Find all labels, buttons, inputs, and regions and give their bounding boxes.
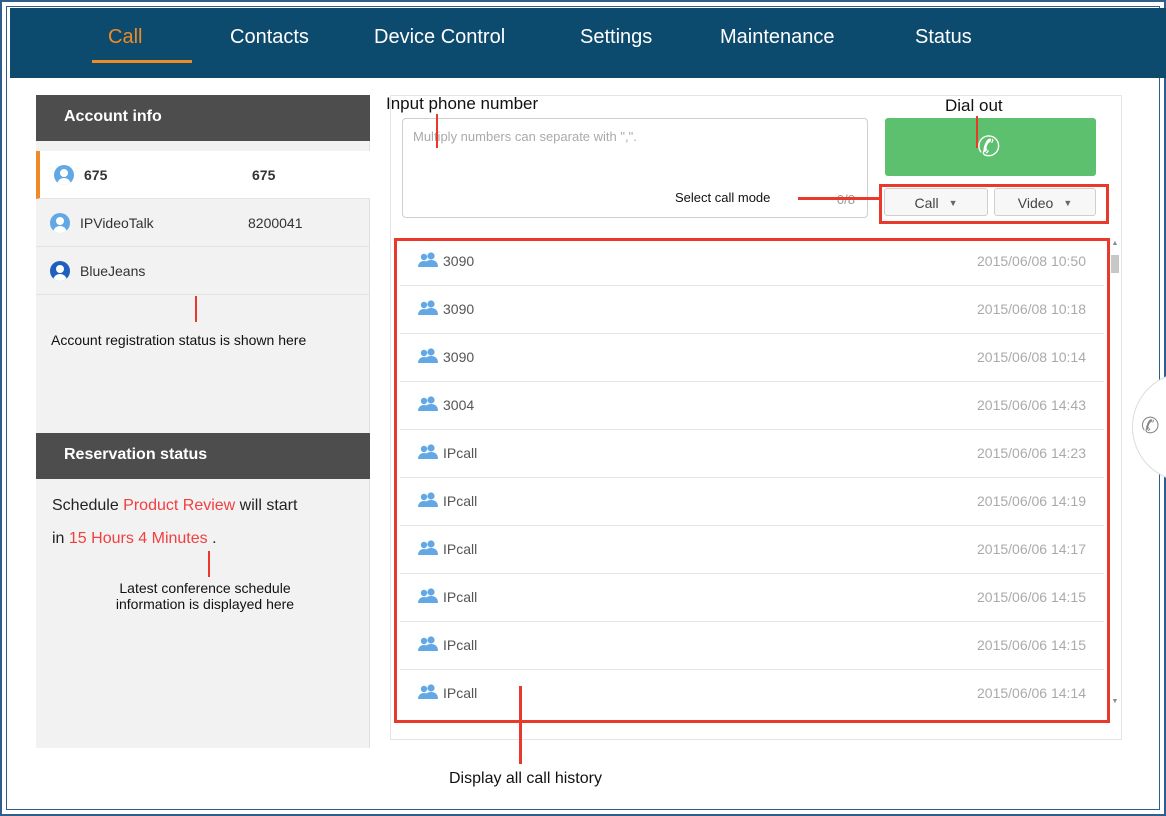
scroll-up-arrow[interactable]: ▲ xyxy=(1110,240,1120,247)
schedule-text: . xyxy=(207,530,217,547)
annotation-pointer xyxy=(976,116,978,148)
phone-number-input-box[interactable]: 0/8 xyxy=(402,118,868,218)
schedule-line-1: Schedule Product Review will start xyxy=(52,497,297,515)
account-row-bluejeans[interactable]: BlueJeans xyxy=(36,247,370,295)
phone-number-input[interactable] xyxy=(403,119,867,217)
schedule-time-left: 15 Hours 4 Minutes xyxy=(68,530,208,547)
phone-icon: ✆ xyxy=(1141,413,1160,438)
annotation-schedule-info: Latest conference schedule information i… xyxy=(115,580,295,612)
reservation-status-header: Reservation status xyxy=(36,433,370,479)
user-icon xyxy=(50,213,70,233)
account-number: 8200041 xyxy=(248,215,303,231)
annotation-box-call-mode xyxy=(879,184,1109,224)
schedule-text: will start xyxy=(235,497,298,514)
annotation-pointer xyxy=(798,197,880,200)
nav-active-underline xyxy=(92,60,192,63)
schedule-line-2: in 15 Hours 4 Minutes . xyxy=(52,530,217,548)
annotation-account-status: Account registration status is shown her… xyxy=(51,332,307,348)
annotation-box-call-history xyxy=(394,238,1110,723)
annotation-pointer xyxy=(519,686,522,764)
scroll-thumb[interactable] xyxy=(1111,255,1119,273)
account-number: 675 xyxy=(252,167,276,183)
annotation-dial-out: Dial out xyxy=(945,96,1003,115)
account-row-ipvideotalk[interactable]: IPVideoTalk 8200041 xyxy=(36,199,370,247)
account-name: 675 xyxy=(84,167,108,183)
nav-status[interactable]: Status xyxy=(915,26,972,49)
schedule-text: in xyxy=(52,530,69,547)
nav-settings[interactable]: Settings xyxy=(580,26,652,49)
annotation-select-call-mode: Select call mode xyxy=(675,190,771,205)
scroll-down-arrow[interactable]: ▼ xyxy=(1110,698,1120,705)
account-info-header: Account info xyxy=(36,95,370,141)
dial-out-button[interactable]: ✆ xyxy=(885,118,1096,176)
phone-icon: ✆ xyxy=(977,131,1001,162)
annotation-call-history: Display all call history xyxy=(449,770,602,787)
annotation-pointer xyxy=(436,114,438,148)
schedule-text: Schedule xyxy=(52,497,124,514)
account-name: IPVideoTalk xyxy=(80,215,154,231)
top-nav: Call Contacts Device Control Settings Ma… xyxy=(10,8,1166,78)
annotation-pointer xyxy=(208,551,210,577)
call-history-scrollbar[interactable]: ▲ ▼ xyxy=(1110,240,1120,710)
user-icon xyxy=(50,261,70,281)
left-panel: Account info 675 675 IPVideoTalk 8200041… xyxy=(36,95,370,748)
nav-contacts[interactable]: Contacts xyxy=(230,26,309,49)
user-icon xyxy=(54,165,74,185)
nav-call[interactable]: Call xyxy=(108,26,142,49)
schedule-name: Product Review xyxy=(123,497,236,514)
account-row-675[interactable]: 675 675 xyxy=(36,151,370,199)
nav-device-control[interactable]: Device Control xyxy=(374,26,505,49)
annotation-input-phone-number: Input phone number xyxy=(386,94,539,113)
annotation-pointer xyxy=(195,296,197,322)
nav-maintenance[interactable]: Maintenance xyxy=(720,26,835,49)
account-name: BlueJeans xyxy=(80,263,146,279)
